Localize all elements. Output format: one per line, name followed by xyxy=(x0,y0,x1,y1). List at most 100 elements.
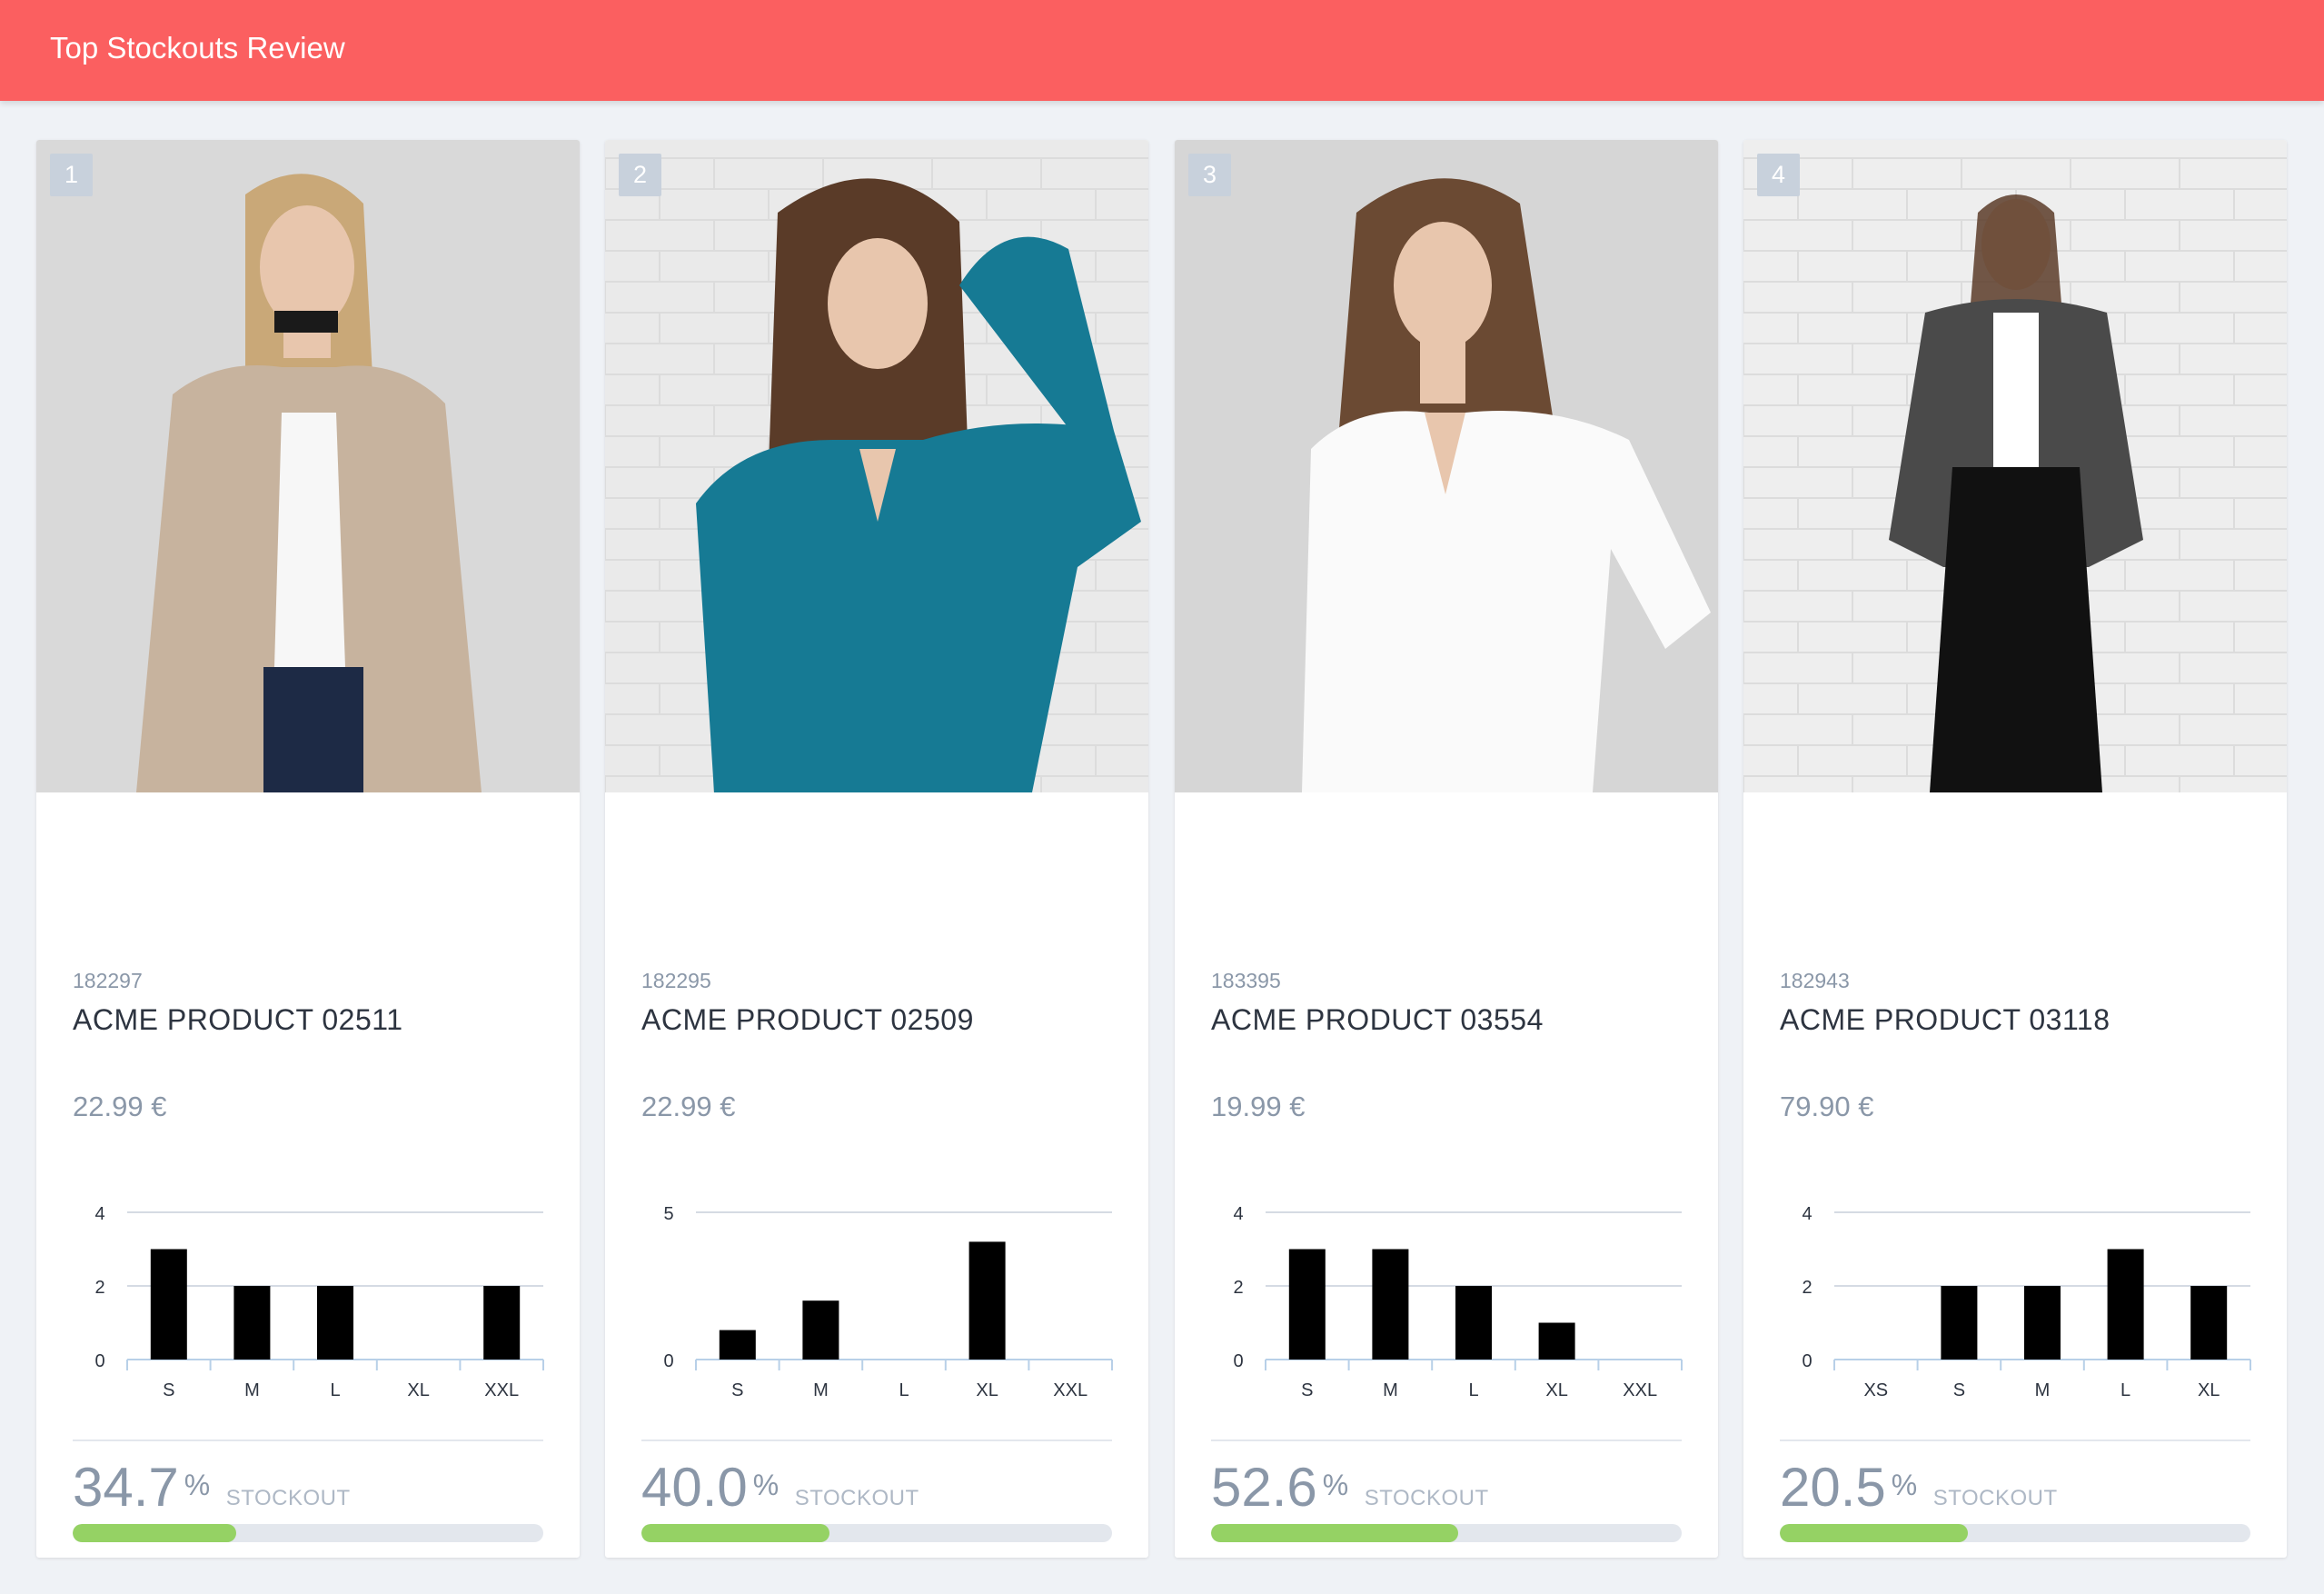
stockout-percent: 34.7 xyxy=(73,1457,179,1518)
bar-xl xyxy=(2190,1286,2228,1360)
product-sku: 182295 xyxy=(641,969,711,992)
product-sku: 182943 xyxy=(1780,969,1850,992)
bar-l xyxy=(1455,1286,1492,1360)
x-tick-label: XL xyxy=(1545,1380,1567,1400)
x-tick-label: S xyxy=(163,1380,174,1400)
product-photo xyxy=(36,140,580,792)
y-tick-label: 0 xyxy=(1233,1351,1243,1371)
rank-badge: 3 xyxy=(1188,154,1231,196)
y-tick-label: 4 xyxy=(94,1204,104,1224)
y-tick-label: 0 xyxy=(94,1351,104,1371)
y-tick-label: 4 xyxy=(1233,1204,1243,1224)
product-photo-frame[interactable] xyxy=(1175,140,1718,792)
bar-s xyxy=(1941,1286,1978,1360)
size-stock-chart: 0 5 S M L XL XXL xyxy=(663,1204,1113,1400)
stockout-progress-bar xyxy=(641,1524,1112,1542)
chart-container: 0 5 S M L XL XXL xyxy=(641,1194,1132,1403)
bar-xl xyxy=(968,1241,1006,1360)
divider xyxy=(1780,1440,2250,1441)
stockout-progress-fill xyxy=(1780,1524,1969,1542)
rank-badge: 4 xyxy=(1757,154,1800,196)
y-tick-label: 2 xyxy=(1802,1278,1812,1298)
stockout-percent: 40.0 xyxy=(641,1457,748,1518)
chart-container: 0 2 4 S M L XL XXL xyxy=(73,1194,563,1403)
x-tick-label: S xyxy=(731,1380,743,1400)
product-card[interactable]: 4 182943 ACME PRODUCT 03118 79.90 € 0 2 4 XS S M L… xyxy=(1743,140,2287,1558)
bar-m xyxy=(1372,1249,1409,1360)
rank-badge: 1 xyxy=(50,154,93,196)
y-tick-label: 4 xyxy=(1802,1204,1812,1224)
y-tick-label: 5 xyxy=(663,1204,673,1224)
product-photo xyxy=(1743,140,2287,792)
product-card[interactable]: 1 182297 ACME PRODUCT 02511 22.99 € 0 2 4 S M L XL… xyxy=(36,140,580,1558)
product-photo-frame[interactable] xyxy=(36,140,580,792)
bar-s xyxy=(1288,1249,1326,1360)
stockout-label: STOCKOUT xyxy=(1364,1486,1489,1510)
bar-s xyxy=(719,1330,756,1360)
x-tick-label: L xyxy=(899,1380,909,1400)
product-photo xyxy=(1175,140,1718,792)
stockout-percent: 20.5 xyxy=(1780,1457,1886,1518)
divider xyxy=(1211,1440,1682,1441)
x-tick-label: L xyxy=(1468,1380,1478,1400)
x-tick-label: M xyxy=(244,1380,260,1400)
x-tick-label: XS xyxy=(1863,1380,1888,1400)
x-tick-label: M xyxy=(2035,1380,2051,1400)
x-tick-label: S xyxy=(1301,1380,1313,1400)
stockout-label: STOCKOUT xyxy=(225,1486,351,1510)
bar-xl xyxy=(1538,1322,1575,1360)
x-tick-label: XXL xyxy=(1053,1380,1088,1400)
bar-m xyxy=(233,1286,271,1360)
product-sku: 183395 xyxy=(1211,969,1281,992)
percent-sign: % xyxy=(1891,1469,1918,1501)
stockout-progress-fill xyxy=(73,1524,236,1542)
bar-xxl xyxy=(483,1286,521,1360)
product-card[interactable]: 2 182295 ACME PRODUCT 02509 22.99 € 0 5 S M L XL X… xyxy=(605,140,1148,1558)
x-tick-label: XXL xyxy=(484,1380,519,1400)
divider xyxy=(73,1440,543,1441)
x-tick-label: XL xyxy=(2198,1380,2220,1400)
stockout-progress-fill xyxy=(641,1524,830,1542)
product-name[interactable]: ACME PRODUCT 03118 xyxy=(1780,1003,2110,1037)
product-photo-frame[interactable] xyxy=(605,140,1148,792)
x-tick-label: XL xyxy=(976,1380,998,1400)
product-price: 22.99 € xyxy=(641,1091,736,1122)
percent-sign: % xyxy=(184,1469,211,1501)
stockout-progress-bar xyxy=(73,1524,543,1542)
chart-container: 0 2 4 S M L XL XXL xyxy=(1211,1194,1702,1403)
x-tick-label: M xyxy=(1383,1380,1398,1400)
size-stock-chart: 0 2 4 S M L XL XXL xyxy=(94,1204,544,1400)
rank-badge: 2 xyxy=(619,154,661,196)
product-price: 79.90 € xyxy=(1780,1091,1874,1122)
bar-l xyxy=(2107,1249,2144,1360)
y-tick-label: 2 xyxy=(1233,1278,1243,1298)
x-tick-label: XXL xyxy=(1623,1380,1657,1400)
size-stock-chart: 0 2 4 XS S M L XL xyxy=(1802,1204,2251,1400)
x-tick-label: L xyxy=(330,1380,340,1400)
cards-container: 1 182297 ACME PRODUCT 02511 22.99 € 0 2 4 S M L XL… xyxy=(0,0,2324,1594)
divider xyxy=(641,1440,1112,1441)
product-name[interactable]: ACME PRODUCT 02509 xyxy=(641,1003,974,1037)
size-stock-chart: 0 2 4 S M L XL XXL xyxy=(1233,1204,1683,1400)
stockout-percent: 52.6 xyxy=(1211,1457,1317,1518)
y-tick-label: 2 xyxy=(94,1278,104,1298)
x-tick-label: M xyxy=(813,1380,829,1400)
stockout-label: STOCKOUT xyxy=(794,1486,919,1510)
product-name[interactable]: ACME PRODUCT 03554 xyxy=(1211,1003,1544,1037)
x-tick-label: L xyxy=(2120,1380,2130,1400)
x-tick-label: S xyxy=(1953,1380,1965,1400)
product-photo-frame[interactable] xyxy=(1743,140,2287,792)
product-sku: 182297 xyxy=(73,969,143,992)
y-tick-label: 0 xyxy=(663,1351,673,1371)
product-price: 19.99 € xyxy=(1211,1091,1306,1122)
product-card[interactable]: 3 183395 ACME PRODUCT 03554 19.99 € 0 2 4 S M L XL… xyxy=(1175,140,1718,1558)
stockout-label: STOCKOUT xyxy=(1932,1486,2058,1510)
percent-sign: % xyxy=(752,1469,780,1501)
bar-s xyxy=(150,1249,187,1360)
bar-m xyxy=(2024,1286,2061,1360)
stockout-progress-fill xyxy=(1211,1524,1459,1542)
stockout-progress-bar xyxy=(1211,1524,1682,1542)
product-name[interactable]: ACME PRODUCT 02511 xyxy=(73,1003,402,1037)
x-tick-label: XL xyxy=(407,1380,429,1400)
chart-container: 0 2 4 XS S M L XL xyxy=(1780,1194,2270,1403)
